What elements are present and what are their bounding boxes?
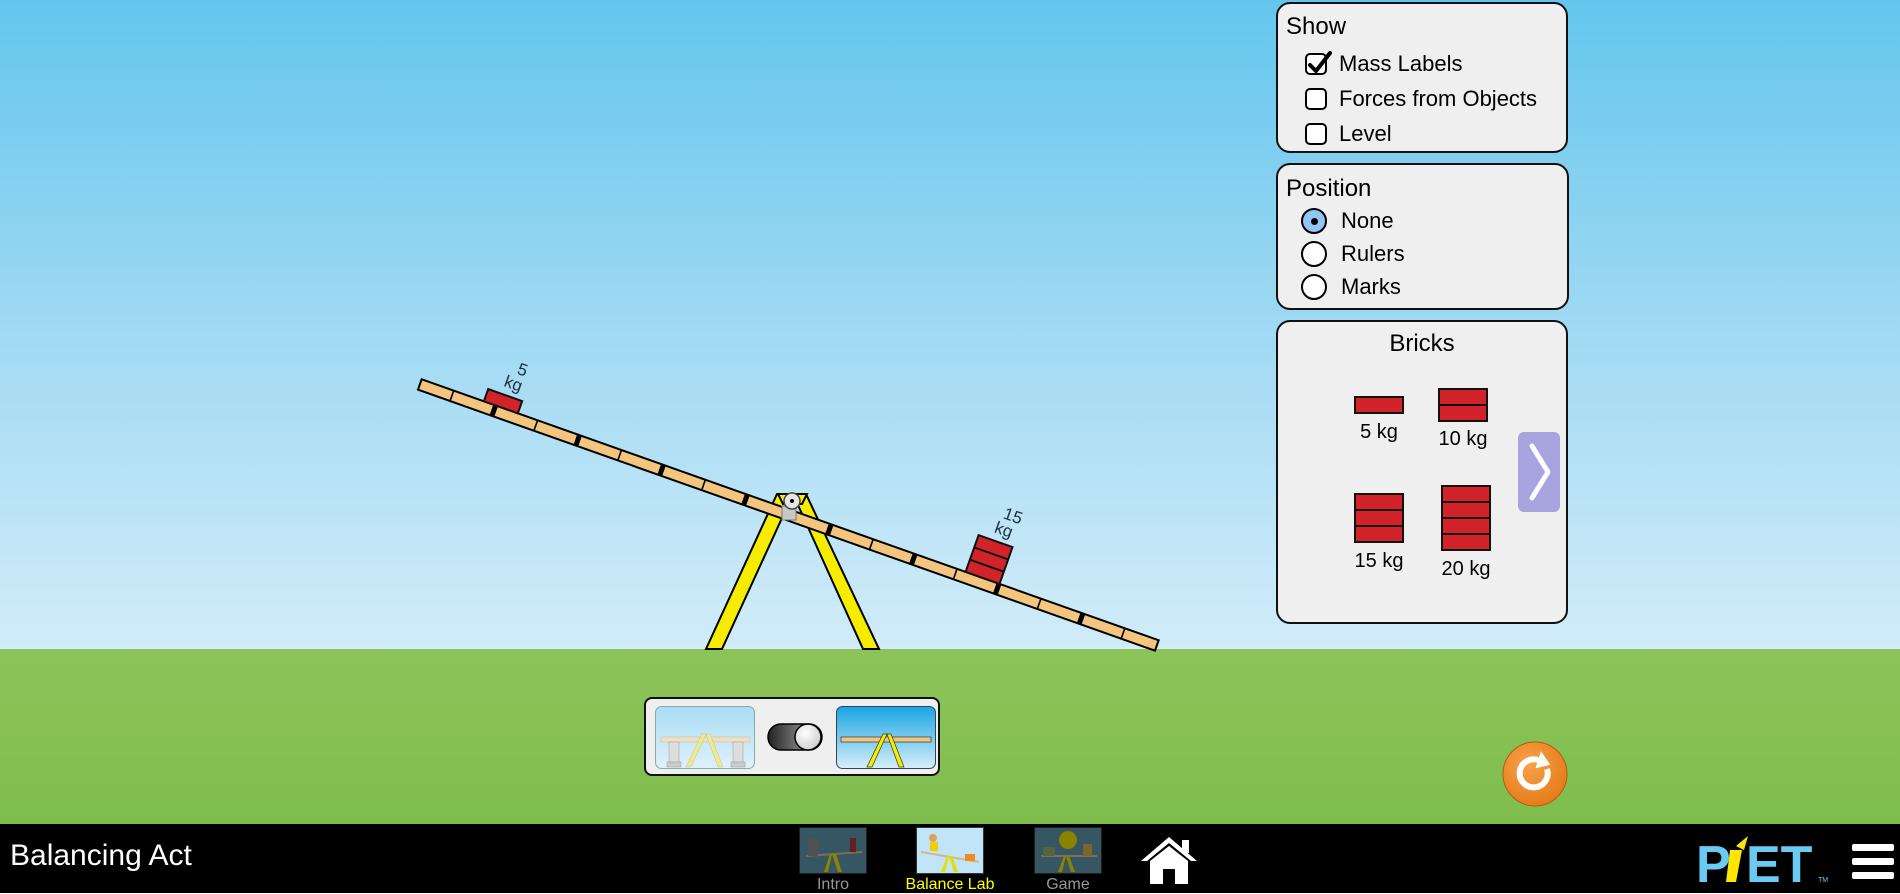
show-panel: Show Mass Labels Forces from Objects Lev… [1276, 2, 1568, 153]
intro-screen-icon [799, 827, 867, 874]
supports-off-button[interactable] [836, 706, 936, 769]
level-checkbox[interactable]: Level [1305, 121, 1392, 147]
forces-from-objects-label: Forces from Objects [1339, 86, 1538, 111]
mass-labels-checkbox[interactable]: Mass Labels [1305, 51, 1463, 77]
brick-15kg[interactable] [1354, 493, 1404, 544]
checkbox-checked-icon [1305, 51, 1332, 75]
supports-toggle-switch[interactable] [767, 722, 823, 752]
home-icon[interactable] [1138, 834, 1200, 886]
seesaw-scene: 5kg 15kg [416, 306, 1185, 652]
brick-20kg-label: 20 kg [1441, 558, 1491, 580]
checkbox-unchecked-icon [1305, 88, 1327, 110]
game-screen-icon [1034, 827, 1102, 874]
radio-unselected-icon [1301, 274, 1327, 300]
plank-brick-5kg[interactable]: 5kg [482, 352, 535, 415]
brick-10kg[interactable] [1438, 388, 1488, 423]
bricks-panel-title: Bricks [1389, 330, 1455, 357]
checkbox-unchecked-icon [1305, 123, 1327, 145]
chevron-right-icon [1529, 443, 1551, 501]
position-rulers-radio[interactable]: Rulers [1301, 241, 1405, 267]
app-title: Balancing Act [10, 839, 192, 872]
position-rulers-label: Rulers [1341, 241, 1405, 266]
supports-on-button[interactable] [655, 706, 755, 769]
intro-label: Intro [816, 876, 849, 893]
reset-all-button[interactable] [1502, 741, 1568, 807]
position-marks-radio[interactable]: Marks [1301, 274, 1401, 300]
next-bricks-button[interactable] [1518, 432, 1560, 512]
position-panel: Position None Rulers Marks [1276, 163, 1569, 310]
brick-15kg-label: 15 kg [1354, 550, 1404, 572]
svg-text:ET: ET [1746, 836, 1813, 888]
radio-selected-icon [1301, 208, 1327, 234]
position-none-radio[interactable]: None [1301, 208, 1394, 234]
phet-logo[interactable]: P ET TM [1696, 836, 1840, 888]
show-panel-title: Show [1286, 13, 1347, 40]
brick-20kg[interactable] [1441, 485, 1491, 552]
pivot-dot [790, 499, 794, 503]
plank-brick-15kg[interactable]: 15kg [964, 498, 1026, 586]
position-none-label: None [1341, 208, 1394, 233]
screen-tab-intro[interactable]: Intro [799, 827, 867, 894]
balance-lab-label: Balance Lab [905, 876, 995, 893]
hamburger-menu-icon[interactable] [1852, 844, 1896, 882]
forces-from-objects-checkbox[interactable]: Forces from Objects [1305, 86, 1537, 112]
brick-5kg[interactable] [1354, 396, 1404, 416]
radio-unselected-icon [1301, 241, 1327, 267]
position-panel-title: Position [1286, 175, 1372, 202]
brick-10kg-label: 10 kg [1438, 428, 1488, 450]
screen-tab-balance-lab[interactable]: Balance Lab [898, 827, 1002, 894]
supports-toggle-panel [644, 697, 940, 776]
brick-5kg-label: 5 kg [1360, 421, 1398, 443]
svg-text:TM: TM [1818, 877, 1828, 884]
svg-text:P: P [1696, 836, 1731, 888]
position-marks-label: Marks [1341, 274, 1401, 299]
game-label: Game [1046, 876, 1090, 893]
navigation-bar: Balancing Act Intro Balance Lab Game P E… [0, 824, 1900, 893]
screen-tab-game[interactable]: Game [1034, 827, 1102, 894]
level-label: Level [1339, 121, 1392, 146]
plank[interactable]: 5kg 15kg [416, 306, 1185, 652]
balance-lab-screen-icon [916, 827, 984, 874]
mass-labels-label: Mass Labels [1339, 51, 1463, 76]
